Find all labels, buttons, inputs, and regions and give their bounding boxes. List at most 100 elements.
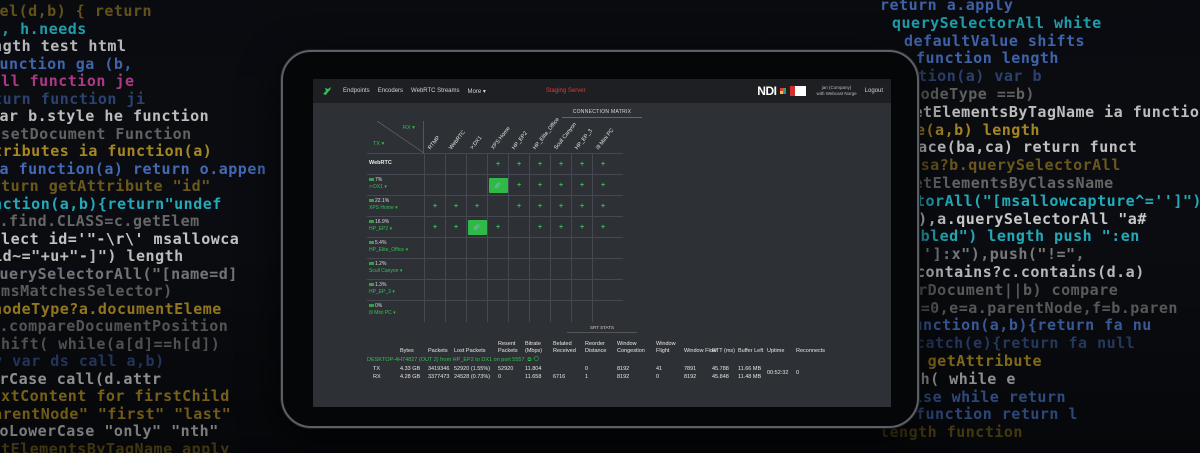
matrix-column-header[interactable]: Scull Canyon (550, 121, 578, 153)
matrix-cell[interactable]: 🔗 (487, 175, 508, 196)
matrix-cell[interactable]: + (592, 175, 613, 196)
add-connection-icon[interactable]: + (517, 161, 521, 168)
matrix-cell[interactable]: + (487, 154, 508, 175)
matrix-cell[interactable]: + (487, 217, 508, 238)
add-connection-icon[interactable]: + (538, 224, 542, 231)
add-connection-icon[interactable]: + (601, 224, 605, 231)
add-connection-icon[interactable]: + (538, 203, 542, 210)
add-connection-icon[interactable]: + (517, 203, 521, 210)
add-connection-icon[interactable]: + (433, 224, 437, 231)
row-source-name[interactable]: HP_Elite_Office ▾ (369, 247, 424, 254)
matrix-column-header[interactable]: HP_Elite_Office (529, 117, 561, 153)
add-connection-icon[interactable]: + (580, 161, 584, 168)
matrix-row-label[interactable]: 7% >:DX1 ▾ (367, 175, 424, 196)
matrix-column-header[interactable]: >:DX1 (466, 121, 487, 153)
nav-more[interactable]: More ▾ (468, 88, 486, 95)
add-connection-icon[interactable]: + (496, 161, 500, 168)
matrix-cell[interactable]: + (550, 217, 571, 238)
srt-header-cell: Reorder Distance (585, 341, 607, 354)
matrix-row-label[interactable]: WebRTC (367, 154, 424, 175)
matrix-column-header[interactable]: HP_EP_3 (571, 121, 594, 153)
add-connection-icon[interactable]: + (601, 161, 605, 168)
matrix-cell[interactable]: + (571, 196, 592, 217)
add-connection-icon[interactable]: + (475, 203, 479, 210)
row-source-name[interactable]: >:DX1 ▾ (369, 184, 424, 191)
row-source-name[interactable]: i9 Mini PC ▾ (369, 310, 424, 317)
matrix-row-label[interactable]: 1.3% HP_EP_3 ▾ (367, 280, 424, 301)
matrix-cell (571, 301, 592, 322)
matrix-cell[interactable]: + (424, 217, 445, 238)
matrix-cell[interactable]: + (571, 217, 592, 238)
matrix-row-label[interactable]: 0% i9 Mini PC ▾ (367, 301, 424, 322)
srt-cell: 0 (498, 374, 502, 380)
matrix-cell[interactable]: + (550, 175, 571, 196)
add-connection-icon[interactable]: + (559, 182, 563, 189)
matrix-cell[interactable]: + (592, 154, 613, 175)
add-connection-icon[interactable]: + (433, 203, 437, 210)
matrix-cell[interactable]: + (529, 217, 550, 238)
add-connection-icon[interactable]: + (496, 224, 500, 231)
matrix-row-label[interactable]: 22.1% XPS Home ▾ (367, 196, 424, 217)
add-connection-icon[interactable]: + (601, 182, 605, 189)
srt-cell: 24528 (0.73%) (454, 374, 491, 380)
matrix-cell[interactable]: + (529, 196, 550, 217)
matrix-row-label[interactable]: 5.4% HP_Elite_Office ▾ (367, 238, 424, 259)
brand-logo[interactable] (321, 85, 335, 97)
matrix-column-header[interactable]: i9 Mini PC (592, 121, 615, 153)
matrix-cell[interactable]: + (424, 196, 445, 217)
tx-dropdown[interactable]: TX ▾ (373, 141, 384, 147)
matrix-cell[interactable]: + (508, 175, 529, 196)
add-connection-icon[interactable]: + (454, 203, 458, 210)
matrix-row-label[interactable]: 1.2% Scull Canyon ▾ (367, 259, 424, 280)
nav-webrtc-streams[interactable]: WebRTC Streams (411, 88, 459, 94)
matrix-cell[interactable]: + (529, 175, 550, 196)
srt-connection-title[interactable]: DESKTOP-4H74827 (OUT 2) from HP_EP2 to D… (367, 355, 837, 365)
row-load-text: 5.4% (375, 240, 387, 246)
matrix-column-header[interactable]: XPS Home (487, 121, 511, 153)
srt-cell: 8192 (617, 374, 630, 380)
add-connection-icon[interactable]: + (559, 203, 563, 210)
logout-link[interactable]: Logout (865, 88, 883, 94)
matrix-cell[interactable]: + (571, 154, 592, 175)
matrix-column-header[interactable]: WebRTC (445, 121, 467, 153)
nav-endpoints[interactable]: Endpoints (343, 88, 370, 94)
matrix-cell[interactable]: + (466, 196, 487, 217)
matrix-cell[interactable]: + (529, 154, 550, 175)
matrix-cell[interactable]: + (550, 196, 571, 217)
rx-dropdown[interactable]: RX ▾ (403, 125, 415, 131)
matrix-cell[interactable]: + (445, 217, 466, 238)
add-connection-icon[interactable]: + (580, 224, 584, 231)
matrix-cell[interactable]: + (592, 196, 613, 217)
matrix-cell (424, 154, 445, 175)
row-source-name[interactable]: HP_EP_3 ▾ (369, 289, 424, 296)
matrix-cell[interactable]: + (445, 196, 466, 217)
nav-encoders[interactable]: Encoders (378, 88, 403, 94)
matrix-cell[interactable]: + (550, 154, 571, 175)
srt-stats-table: Bytes Packets Lost Packets Resent Packets Bi… (367, 335, 837, 381)
add-connection-icon[interactable]: + (559, 224, 563, 231)
add-connection-icon[interactable]: + (538, 161, 542, 168)
add-connection-icon[interactable]: + (517, 182, 521, 189)
add-connection-icon[interactable]: + (454, 224, 458, 231)
row-source-name[interactable]: XPS Home ▾ (369, 205, 424, 212)
add-connection-icon[interactable]: + (580, 203, 584, 210)
matrix-corner: RX ▾ TX ▾ (367, 121, 424, 153)
row-source-name[interactable]: Scull Canyon ▾ (369, 268, 424, 275)
add-connection-icon[interactable]: + (601, 203, 605, 210)
active-connection-button[interactable]: 🔗 (488, 178, 508, 193)
matrix-row-label[interactable]: 16.9% HP_EP2 ▾ (367, 217, 424, 238)
matrix-cell[interactable]: + (592, 217, 613, 238)
row-source-name[interactable]: HP_EP2 ▾ (369, 226, 424, 233)
connection-actions-icon[interactable]: ⧉ ⟲ (528, 357, 539, 363)
matrix-column-header[interactable]: RTMP (424, 121, 445, 153)
active-connection-button[interactable]: 🔗 (467, 220, 487, 235)
srt-cell: RX (373, 374, 381, 380)
matrix-column-header[interactable]: HP_EP2 (508, 121, 529, 153)
add-connection-icon[interactable]: + (580, 182, 584, 189)
matrix-cell[interactable]: + (508, 154, 529, 175)
matrix-cell[interactable]: + (571, 175, 592, 196)
matrix-cell[interactable]: 🔗 (466, 217, 487, 238)
matrix-cell[interactable]: + (508, 196, 529, 217)
add-connection-icon[interactable]: + (538, 182, 542, 189)
add-connection-icon[interactable]: + (559, 161, 563, 168)
